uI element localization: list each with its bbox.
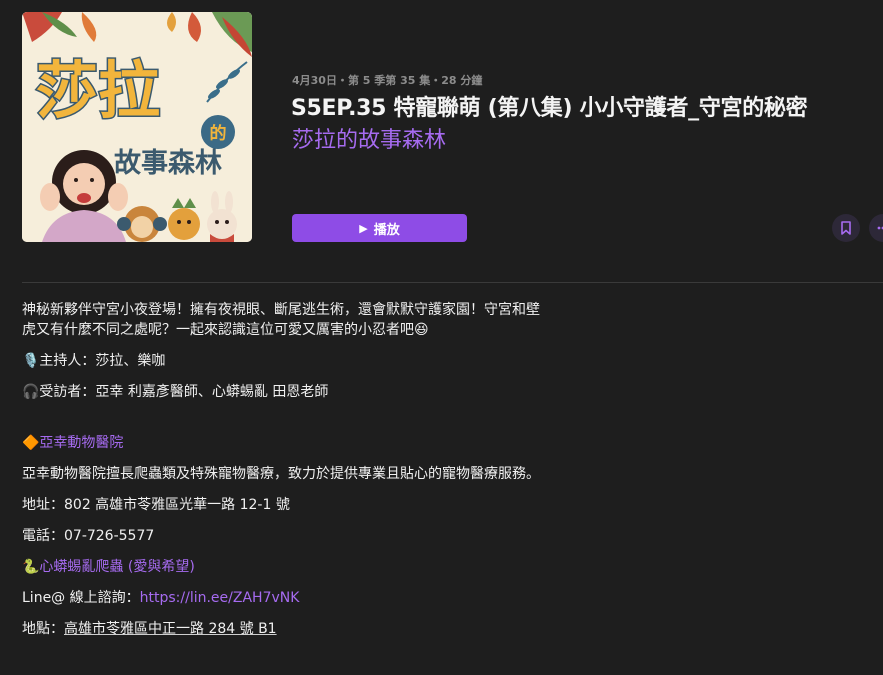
play-button[interactable]: ▶ 播放 (292, 214, 467, 242)
podcast-artwork: 莎拉 的 故事森林 (22, 12, 252, 242)
episode-page: 莎拉 的 故事森林 4月30日・第 5 季第 35 集・28 分鐘 S5EP.3… (0, 0, 883, 675)
svg-text:莎拉: 莎拉 (36, 54, 160, 127)
shop-address-link[interactable]: 高雄市苓雅區中正一路 284 號 B1 (64, 621, 277, 637)
host-line: 🎙️主持人：莎拉、樂咖 (22, 353, 166, 369)
guest-line: 🎧受訪者：亞幸 利嘉彥醫師、心蟒蜴亂 田恩老師 (22, 384, 329, 400)
episode-description: 神秘新夥伴守宮小夜登場！擁有夜視眼、斷尾逃生術，還會默默守護家園！守宮和壁虎又有… (22, 300, 542, 650)
line-contact: Line@ 線上諮詢：https://lin.ee/ZAH7vNK (22, 588, 542, 608)
clinic-link[interactable]: 🔶亞幸動物醫院 (22, 433, 542, 453)
clinic-address: 地址：802 高雄市苓雅區光華一路 12-1 號 (22, 497, 290, 513)
line-url-link[interactable]: https://lin.ee/ZAH7vNK (140, 590, 300, 606)
shop-address-label: 地點： (22, 621, 64, 637)
description-intro: 神秘新夥伴守宮小夜登場！擁有夜視眼、斷尾逃生術，還會默默守護家園！守宮和壁虎又有… (22, 302, 540, 338)
episode-meta: 4月30日・第 5 季第 35 集・28 分鐘 (292, 74, 483, 87)
bookmark-button[interactable] (832, 214, 860, 242)
shop-address: 地點：高雄市苓雅區中正一路 284 號 B1 (22, 619, 542, 639)
svg-text:的: 的 (210, 123, 227, 144)
show-link[interactable]: 莎拉的故事森林 (292, 122, 446, 154)
more-button[interactable] (869, 214, 883, 242)
episode-title: S5EP.35 特寵聯萌 (第八集) 小小守護者_守宮的秘密 (291, 96, 808, 121)
bookmark-icon (841, 221, 851, 235)
play-icon: ▶ (359, 221, 368, 235)
more-icon (877, 226, 883, 230)
divider (22, 282, 883, 283)
svg-text:故事森林: 故事森林 (114, 148, 222, 179)
clinic-phone: 電話：07-726-5577 (22, 528, 155, 544)
line-label: Line@ 線上諮詢： (22, 590, 140, 606)
reptile-shop-link[interactable]: 🐍心蟒蜴亂爬蟲 (愛與希望) (22, 557, 542, 577)
clinic-description: 亞幸動物醫院擅長爬蟲類及特殊寵物醫療，致力於提供專業且貼心的寵物醫療服務。 (22, 466, 540, 482)
play-label: 播放 (373, 222, 400, 238)
